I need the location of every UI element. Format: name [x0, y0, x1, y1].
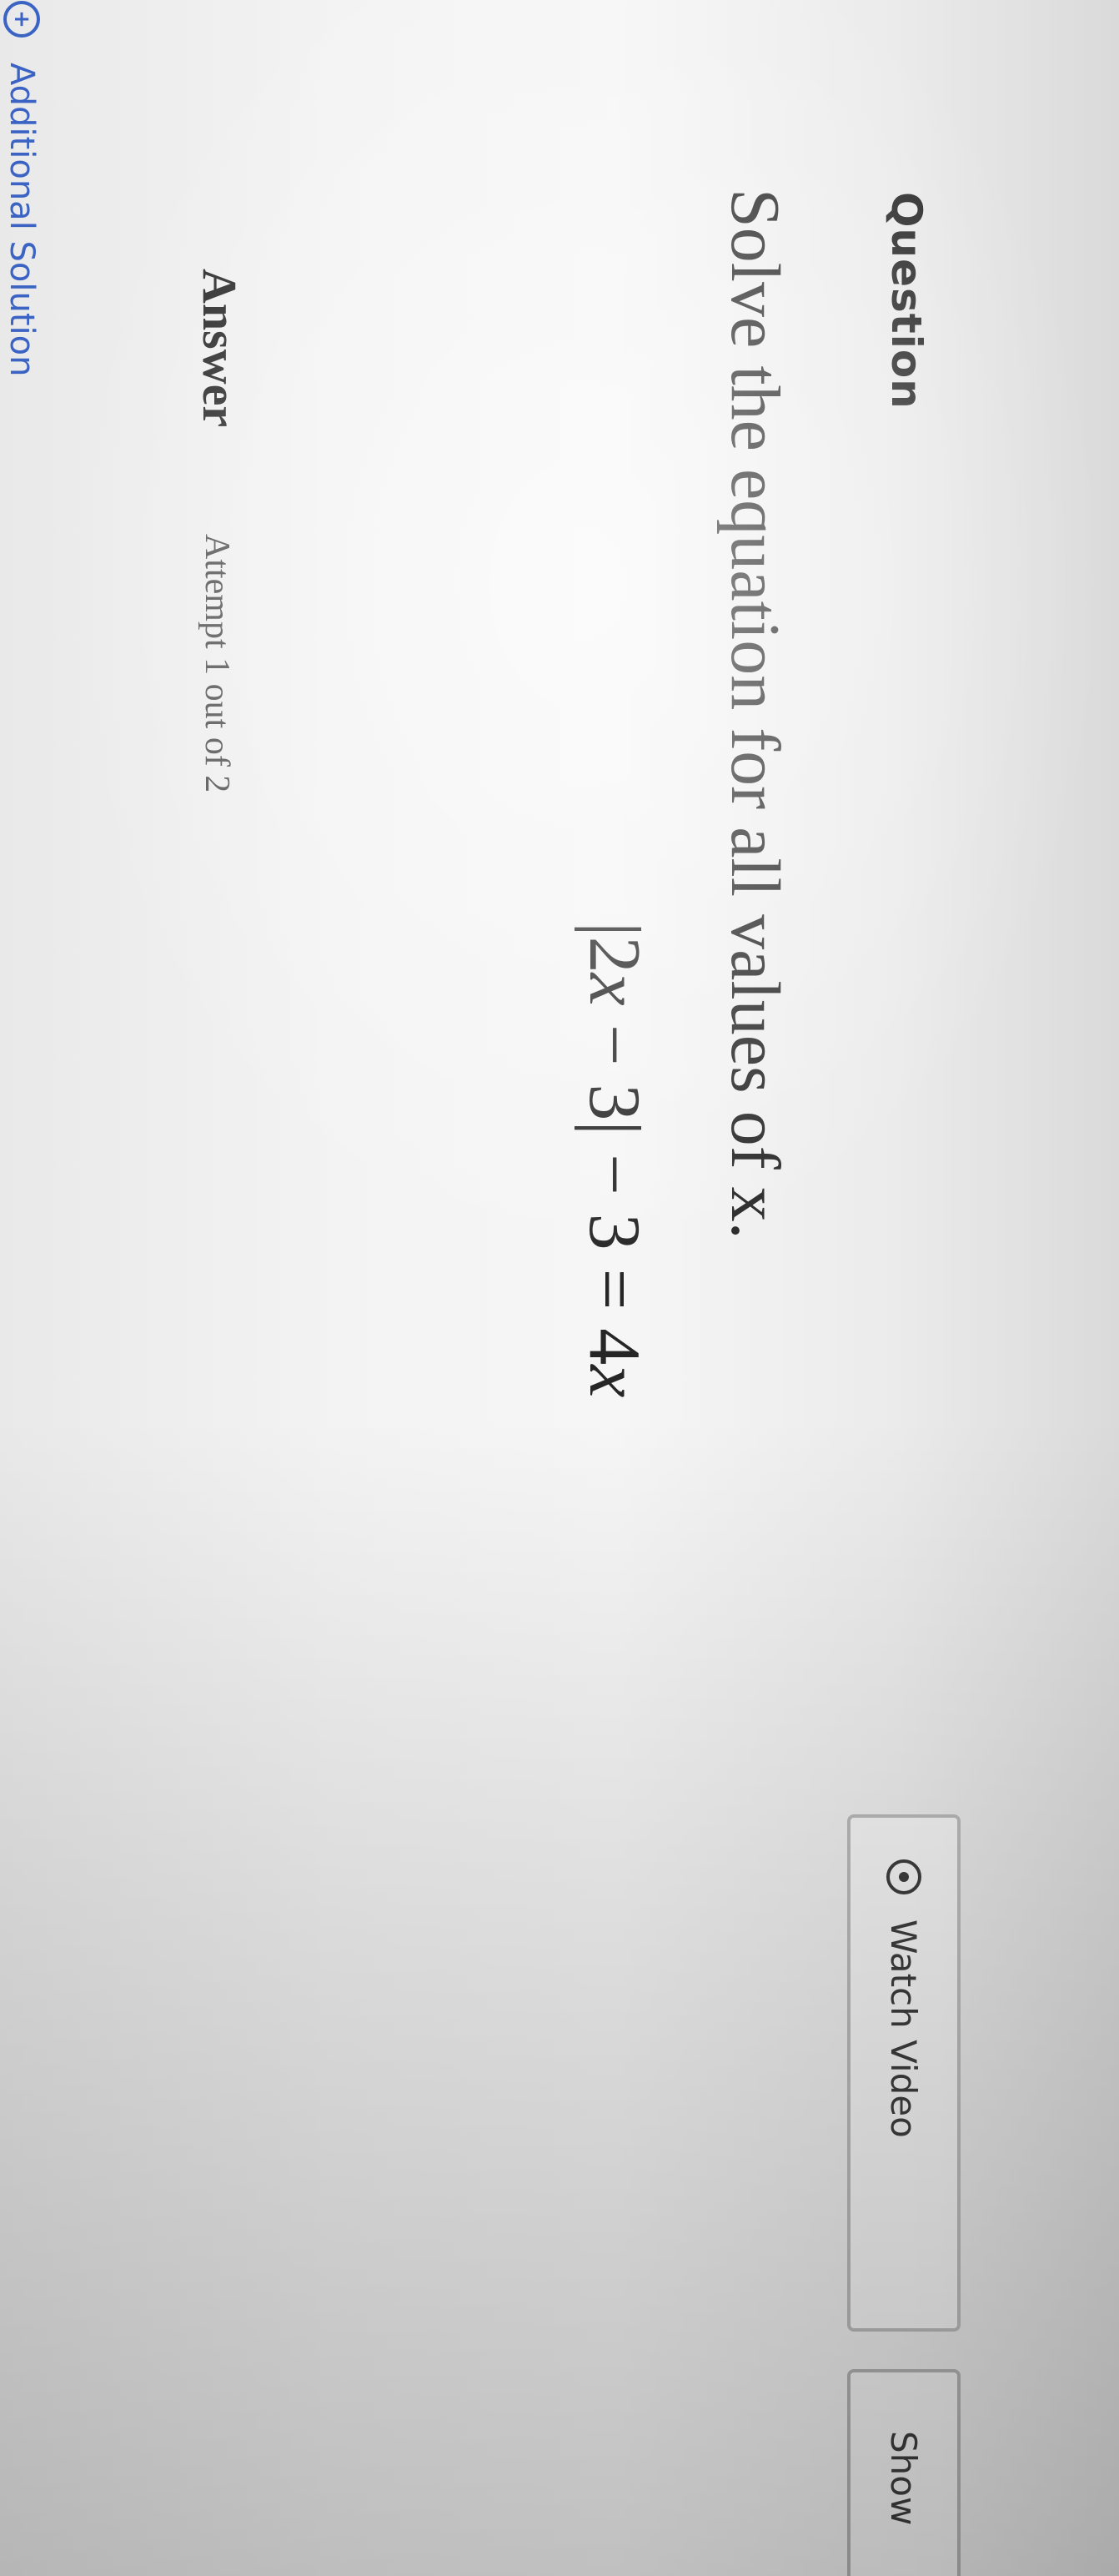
- abs-bar-open: |: [574, 922, 655, 937]
- show-label: Show: [883, 2431, 925, 2526]
- attempt-counter: Attempt 1 out of 2: [198, 534, 236, 793]
- watch-video-label: Watch Video: [883, 1919, 925, 2138]
- equation-coefficient: 2: [574, 936, 655, 974]
- equation-rhs: − 3 = 4: [574, 1135, 655, 1366]
- equation: |2x − 3| − 3 = 4x: [572, 922, 656, 1397]
- abs-bar-close: |: [574, 1120, 655, 1135]
- equation-variable: x: [574, 973, 655, 1006]
- question-heading: Question: [882, 192, 931, 410]
- additional-solution-link[interactable]: + Additional Solution: [3, 1, 41, 376]
- equation-variable-rhs: x: [574, 1365, 655, 1398]
- answer-label: Answer: [193, 269, 247, 428]
- question-panel: Question Solve the equation for all valu…: [0, 0, 1119, 2576]
- plus-circle-icon: +: [3, 1, 40, 38]
- watch-video-button[interactable]: Watch Video: [847, 1814, 961, 2332]
- question-prompt: Solve the equation for all values of x.: [716, 189, 794, 1240]
- equation-term: − 3: [574, 1005, 655, 1121]
- screen-photo: Question Solve the equation for all valu…: [0, 0, 1119, 2576]
- show-button[interactable]: Show: [847, 2369, 961, 2576]
- additional-solution-label: Additional Solution: [3, 63, 41, 377]
- play-circle-icon: [886, 1859, 921, 1894]
